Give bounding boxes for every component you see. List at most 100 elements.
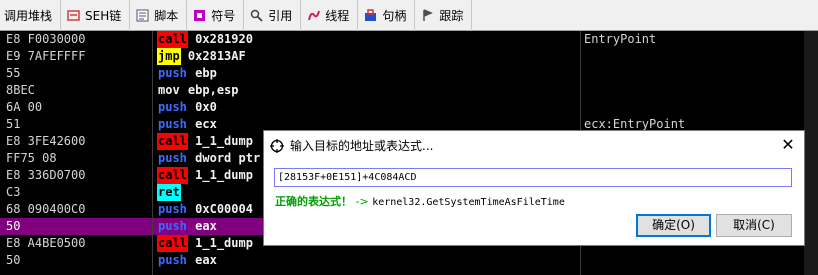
close-icon[interactable]: ✕ bbox=[776, 134, 800, 156]
tab-label: SEH链 bbox=[85, 8, 122, 23]
operands: ecx bbox=[195, 117, 217, 131]
tab-trace[interactable]: 跟踪 bbox=[415, 0, 473, 31]
mnemonic: jmp bbox=[157, 48, 181, 65]
opcode-bytes: 50 bbox=[6, 219, 21, 233]
operands: eax bbox=[195, 253, 217, 267]
instruction: call 1_1_dump bbox=[157, 235, 253, 252]
dialog-titlebar[interactable]: 输入目标的地址或表达式... ✕ bbox=[264, 131, 804, 159]
cancel-button[interactable]: 取消(C) bbox=[716, 214, 792, 237]
tab-symbols[interactable]: 符号 bbox=[187, 0, 245, 31]
handle-icon bbox=[364, 8, 377, 22]
opcode-bytes: 8BEC bbox=[6, 83, 35, 97]
opcode-bytes: 68 090400C0 bbox=[6, 202, 86, 216]
operands: 0x0 bbox=[195, 100, 217, 114]
expression-status: 正确的表达式！ -> kernel32.GetSystemTimeAsFileT… bbox=[275, 193, 565, 209]
instruction: push ecx bbox=[157, 116, 217, 133]
mnemonic: call bbox=[157, 167, 188, 184]
operands: ebp,esp bbox=[187, 83, 239, 97]
operands: 0x2813AF bbox=[187, 49, 246, 63]
tab-label: 调用堆栈 bbox=[4, 8, 53, 23]
opcode-bytes: FF75 08 bbox=[6, 151, 57, 165]
mnemonic: push bbox=[158, 253, 187, 267]
mnemonic: push bbox=[158, 66, 187, 80]
crosshair-icon bbox=[270, 138, 284, 153]
column-divider bbox=[152, 31, 153, 275]
disasm-row[interactable]: E8 F0030000 call 0x281920 EntryPoint bbox=[0, 31, 818, 48]
instruction: push 0xC00004 bbox=[157, 201, 253, 218]
mnemonic: push bbox=[158, 219, 187, 233]
instruction: jmp 0x2813AF bbox=[157, 48, 246, 65]
opcode-bytes: E8 3FE42600 bbox=[6, 134, 86, 148]
tab-label: 跟踪 bbox=[439, 8, 464, 23]
tab-script[interactable]: 脚本 bbox=[130, 0, 188, 31]
opcode-bytes: 51 bbox=[6, 117, 21, 131]
opcode-bytes: 6A 00 bbox=[6, 100, 43, 114]
instruction: push eax bbox=[157, 218, 217, 235]
operands: eax bbox=[195, 219, 217, 233]
expression-input[interactable]: [28153F+0E151]+4C084ACD bbox=[274, 168, 792, 187]
disasm-row[interactable]: 8BEC mov ebp,esp bbox=[0, 82, 818, 99]
tab-label: 线程 bbox=[325, 8, 350, 23]
vertical-scrollbar[interactable] bbox=[804, 31, 818, 275]
disasm-row[interactable]: 55 push ebp bbox=[0, 65, 818, 82]
tab-label: 句柄 bbox=[382, 8, 407, 23]
tab-label: 引用 bbox=[268, 8, 293, 23]
dialog-title: 输入目标的地址或表达式... bbox=[290, 139, 434, 153]
ok-button[interactable]: 确定(O) bbox=[636, 214, 711, 237]
operands: dword ptr bbox=[195, 151, 261, 165]
comment: EntryPoint bbox=[584, 32, 657, 46]
operands: 0xC00004 bbox=[195, 202, 253, 216]
mnemonic: push bbox=[158, 117, 187, 131]
instruction: mov ebp,esp bbox=[157, 82, 239, 99]
instruction: push 0x0 bbox=[157, 99, 217, 116]
seh-chain-icon bbox=[67, 9, 80, 22]
trace-icon bbox=[421, 8, 434, 22]
tab-call-stack[interactable]: 调用堆栈 bbox=[0, 0, 62, 31]
instruction: push dword ptr bbox=[157, 150, 260, 167]
mnemonic: ret bbox=[157, 184, 181, 201]
mnemonic: push bbox=[158, 100, 187, 114]
status-arrow: -> bbox=[352, 195, 373, 208]
symbol-icon bbox=[193, 9, 206, 22]
operands: 1_1_dump bbox=[195, 236, 253, 250]
opcode-bytes: C3 bbox=[6, 185, 21, 199]
opcode-bytes: 50 bbox=[6, 253, 21, 267]
disasm-row[interactable]: 50 push eax bbox=[0, 252, 818, 269]
instruction: call 1_1_dump bbox=[157, 133, 253, 150]
tab-references[interactable]: 引用 bbox=[244, 0, 302, 31]
status-result: kernel32.GetSystemTimeAsFileTime bbox=[372, 197, 565, 208]
mnemonic: call bbox=[157, 133, 188, 150]
opcode-bytes: E9 7AFEFFFF bbox=[6, 49, 86, 63]
thread-icon bbox=[307, 9, 321, 22]
instruction: push eax bbox=[157, 252, 217, 269]
instruction: push ebp bbox=[157, 65, 217, 82]
tab-handles[interactable]: 句柄 bbox=[358, 0, 416, 31]
mnemonic: call bbox=[157, 235, 188, 252]
opcode-bytes: E8 A4BE0500 bbox=[6, 236, 86, 250]
goto-expression-dialog: 输入目标的地址或表达式... ✕ [28153F+0E151]+4C084ACD… bbox=[263, 130, 805, 246]
mnemonic: push bbox=[158, 202, 187, 216]
opcode-bytes: E8 336D0700 bbox=[6, 168, 86, 182]
tab-label: 脚本 bbox=[154, 8, 179, 23]
instruction: call 1_1_dump bbox=[157, 167, 253, 184]
mnemonic: mov bbox=[158, 83, 180, 97]
tab-label: 符号 bbox=[211, 8, 236, 23]
tab-bar: 调用堆栈 SEH链 脚本 符号 引用 线程 句柄 跟踪 bbox=[0, 0, 818, 31]
script-icon bbox=[136, 9, 149, 22]
instruction: ret bbox=[157, 184, 188, 201]
tab-seh-chain[interactable]: SEH链 bbox=[61, 0, 131, 31]
disasm-row[interactable]: E9 7AFEFFFF jmp 0x2813AF bbox=[0, 48, 818, 65]
operands: 1_1_dump bbox=[195, 168, 253, 182]
operands: 0x281920 bbox=[195, 32, 253, 46]
mnemonic: call bbox=[157, 31, 188, 48]
mnemonic: push bbox=[158, 151, 187, 165]
opcode-bytes: E8 F0030000 bbox=[6, 32, 86, 46]
search-icon bbox=[250, 9, 263, 22]
disasm-row[interactable]: 6A 00 push 0x0 bbox=[0, 99, 818, 116]
operands: ebp bbox=[195, 66, 217, 80]
opcode-bytes: 55 bbox=[6, 66, 21, 80]
tab-threads[interactable]: 线程 bbox=[301, 0, 359, 31]
instruction: call 0x281920 bbox=[157, 31, 253, 48]
status-valid-label: 正确的表达式！ bbox=[275, 195, 352, 208]
operands: 1_1_dump bbox=[195, 134, 253, 148]
